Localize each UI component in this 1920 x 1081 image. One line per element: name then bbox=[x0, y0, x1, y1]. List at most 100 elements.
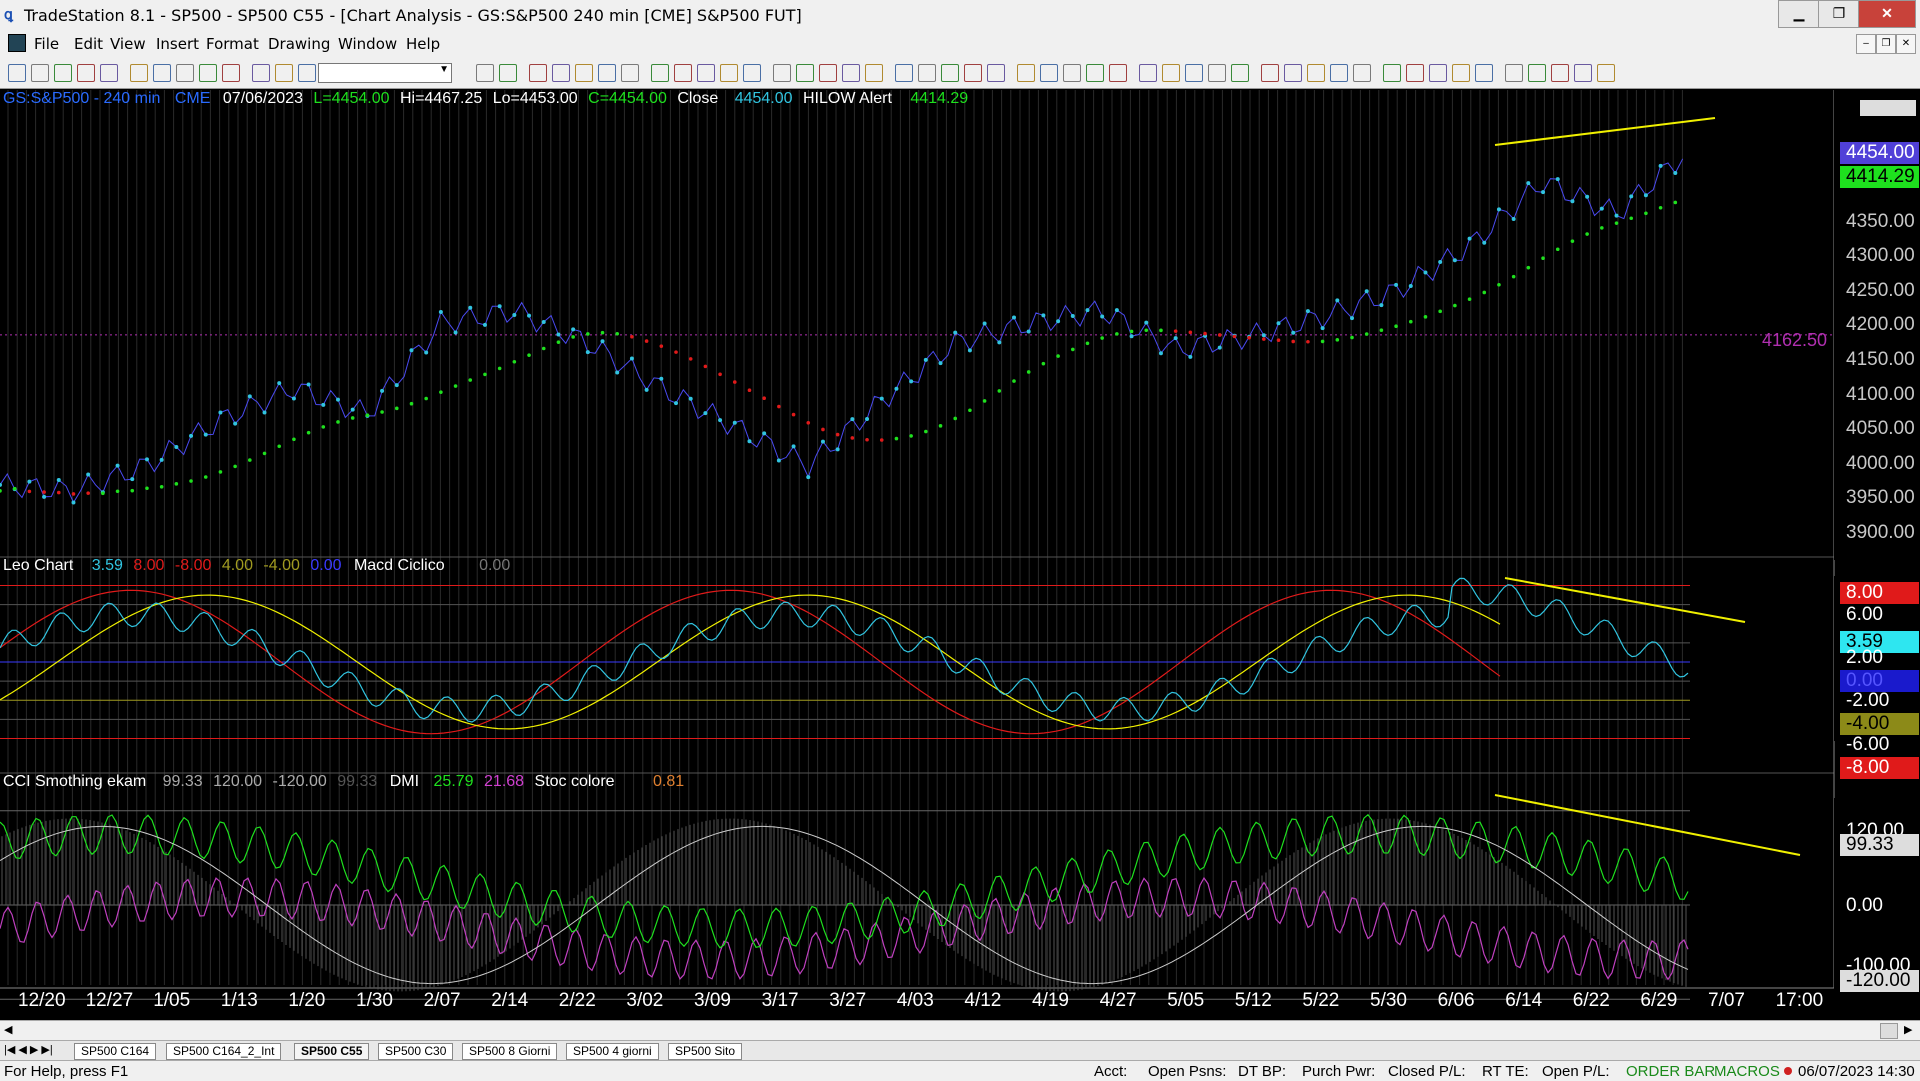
toolbar-tool-icon[interactable] bbox=[77, 64, 95, 82]
toolbar-tool-icon[interactable] bbox=[987, 64, 1005, 82]
macd-y-tick: 0.00 bbox=[1840, 670, 1919, 692]
toolbar-tool-icon[interactable] bbox=[651, 64, 669, 82]
menu-view[interactable]: View bbox=[110, 35, 146, 53]
toolbar-tool-icon[interactable] bbox=[8, 64, 26, 82]
toolbar-tool-icon[interactable] bbox=[100, 64, 118, 82]
toolbar-tool-icon[interactable] bbox=[552, 64, 570, 82]
toolbar-tool-icon[interactable] bbox=[773, 64, 791, 82]
toolbar-tool-icon[interactable] bbox=[796, 64, 814, 82]
toolbar-tool-icon[interactable] bbox=[1185, 64, 1203, 82]
toolbar-tool-icon[interactable] bbox=[499, 64, 517, 82]
toolbar-tool-icon[interactable] bbox=[1353, 64, 1371, 82]
toolbar-tool-icon[interactable] bbox=[575, 64, 593, 82]
tab-sp500-c164-2-int[interactable]: SP500 C164_2_Int bbox=[166, 1043, 282, 1060]
chart-area[interactable]: GS:S&P500 - 240 min CME 07/06/2023 L=445… bbox=[0, 90, 1920, 1025]
toolbar-tool-icon[interactable] bbox=[865, 64, 883, 82]
toolbar-tool-icon[interactable] bbox=[275, 64, 293, 82]
toolbar-tool-icon[interactable] bbox=[1162, 64, 1180, 82]
toolbar-tool-icon[interactable] bbox=[476, 64, 494, 82]
toolbar-tool-icon[interactable] bbox=[674, 64, 692, 82]
toolbar-tool-icon[interactable] bbox=[153, 64, 171, 82]
mdi-restore-button[interactable]: ❐ bbox=[1876, 34, 1896, 54]
toolbar-tool-icon[interactable] bbox=[1383, 64, 1401, 82]
scroll-left-icon[interactable]: ◀ bbox=[4, 1023, 12, 1036]
toolbar-tool-icon[interactable] bbox=[1284, 64, 1302, 82]
menu-file[interactable]: File bbox=[34, 35, 59, 53]
toolbar-tool-icon[interactable] bbox=[529, 64, 547, 82]
tab-sp500-c164[interactable]: SP500 C164 bbox=[74, 1043, 157, 1060]
toolbar-tool-icon[interactable] bbox=[1597, 64, 1615, 82]
toolbar-tool-icon[interactable] bbox=[1475, 64, 1493, 82]
close-button[interactable]: ✕ bbox=[1858, 0, 1916, 28]
toolbar-tool-icon[interactable] bbox=[1429, 64, 1447, 82]
toolbar-tool-icon[interactable] bbox=[1109, 64, 1127, 82]
tab-sp500-8-giorni[interactable]: SP500 8 Giorni bbox=[462, 1043, 558, 1060]
toolbar-tool-icon[interactable] bbox=[918, 64, 936, 82]
tab-sp500-c55[interactable]: SP500 C55 bbox=[294, 1043, 370, 1060]
menu-insert[interactable]: Insert bbox=[156, 35, 199, 53]
tab-sp500-sito[interactable]: SP500 Sito bbox=[668, 1043, 743, 1060]
price-point bbox=[879, 396, 884, 401]
toolbar-tool-icon[interactable] bbox=[1231, 64, 1249, 82]
toolbar-tool-icon[interactable] bbox=[964, 64, 982, 82]
toolbar-tool-icon[interactable] bbox=[130, 64, 148, 82]
menu-help[interactable]: Help bbox=[406, 35, 440, 53]
price-point bbox=[1555, 177, 1560, 182]
toolbar-tool-icon[interactable] bbox=[895, 64, 913, 82]
toolbar-tool-icon[interactable] bbox=[743, 64, 761, 82]
toolbar-tool-icon[interactable] bbox=[31, 64, 49, 82]
tab-sp500-4-giorni[interactable]: SP500 4 giorni bbox=[566, 1043, 659, 1060]
toolbar-tool-icon[interactable] bbox=[1574, 64, 1592, 82]
menu-edit[interactable]: Edit bbox=[74, 35, 103, 53]
toolbar-tool-icon[interactable] bbox=[941, 64, 959, 82]
toolbar-tool-icon[interactable] bbox=[1261, 64, 1279, 82]
tab-sp500-c30[interactable]: SP500 C30 bbox=[378, 1043, 454, 1060]
menu-window[interactable]: Window bbox=[338, 35, 397, 53]
toolbar-tool-icon[interactable] bbox=[1017, 64, 1035, 82]
toolbar-tool-icon[interactable] bbox=[1086, 64, 1104, 82]
toolbar-tool-icon[interactable] bbox=[1063, 64, 1081, 82]
toolbar-tool-icon[interactable] bbox=[298, 64, 316, 82]
symbol-combo[interactable]: ▼ bbox=[318, 63, 452, 83]
close-value-label: C=4454.00 bbox=[588, 90, 667, 107]
toolbar-tool-icon[interactable] bbox=[1505, 64, 1523, 82]
tab-nav-icon[interactable]: |◀ ◀ ▶ ▶| bbox=[4, 1043, 53, 1056]
scroll-right-icon[interactable]: ▶ bbox=[1904, 1023, 1912, 1036]
toolbar-tool-icon[interactable] bbox=[1208, 64, 1226, 82]
order-bar-button[interactable]: ORDER BAR bbox=[1626, 1063, 1715, 1080]
menu-format[interactable]: Format bbox=[206, 35, 259, 53]
toolbar-tool-icon[interactable] bbox=[54, 64, 72, 82]
toolbar-tool-icon[interactable] bbox=[720, 64, 738, 82]
toolbar-tool-icon[interactable] bbox=[1406, 64, 1424, 82]
toolbar-tool-icon[interactable] bbox=[199, 64, 217, 82]
mdi-minimize-button[interactable]: – bbox=[1856, 34, 1876, 54]
toolbar-tool-icon[interactable] bbox=[1330, 64, 1348, 82]
toolbar-tool-icon[interactable] bbox=[621, 64, 639, 82]
toolbar-tool-icon[interactable] bbox=[176, 64, 194, 82]
toolbar-tool-icon[interactable] bbox=[252, 64, 270, 82]
scroll-thumb[interactable] bbox=[1880, 1023, 1898, 1039]
toolbar-tool-icon[interactable] bbox=[222, 64, 240, 82]
mdi-close-button[interactable]: ✕ bbox=[1896, 34, 1916, 54]
ma-point bbox=[879, 438, 884, 442]
toolbar-tool-icon[interactable] bbox=[1040, 64, 1058, 82]
menu-drawing[interactable]: Drawing bbox=[268, 35, 330, 53]
toolbar-tool-icon[interactable] bbox=[1528, 64, 1546, 82]
toolbar-tool-icon[interactable] bbox=[842, 64, 860, 82]
toolbar-tool-icon[interactable] bbox=[1139, 64, 1157, 82]
toolbar-tool-icon[interactable] bbox=[598, 64, 616, 82]
open-psns-label: Open Psns: bbox=[1148, 1063, 1227, 1080]
horizontal-scrollbar[interactable]: ◀ ▶ bbox=[0, 1020, 1920, 1041]
toolbar-tool-icon[interactable] bbox=[1307, 64, 1325, 82]
macros-button[interactable]: MACROS bbox=[1714, 1063, 1780, 1080]
help-text: For Help, press F1 bbox=[4, 1063, 129, 1080]
toolbar-tool-icon[interactable] bbox=[1452, 64, 1470, 82]
toolbar-tool-icon[interactable] bbox=[819, 64, 837, 82]
maximize-button[interactable]: ❐ bbox=[1818, 0, 1860, 28]
minimize-button[interactable]: ▁ bbox=[1778, 0, 1820, 28]
panel-controls[interactable] bbox=[1860, 100, 1916, 116]
toolbar-tool-icon[interactable] bbox=[697, 64, 715, 82]
ma-point bbox=[262, 451, 267, 456]
price-point bbox=[747, 439, 752, 444]
toolbar-tool-icon[interactable] bbox=[1551, 64, 1569, 82]
